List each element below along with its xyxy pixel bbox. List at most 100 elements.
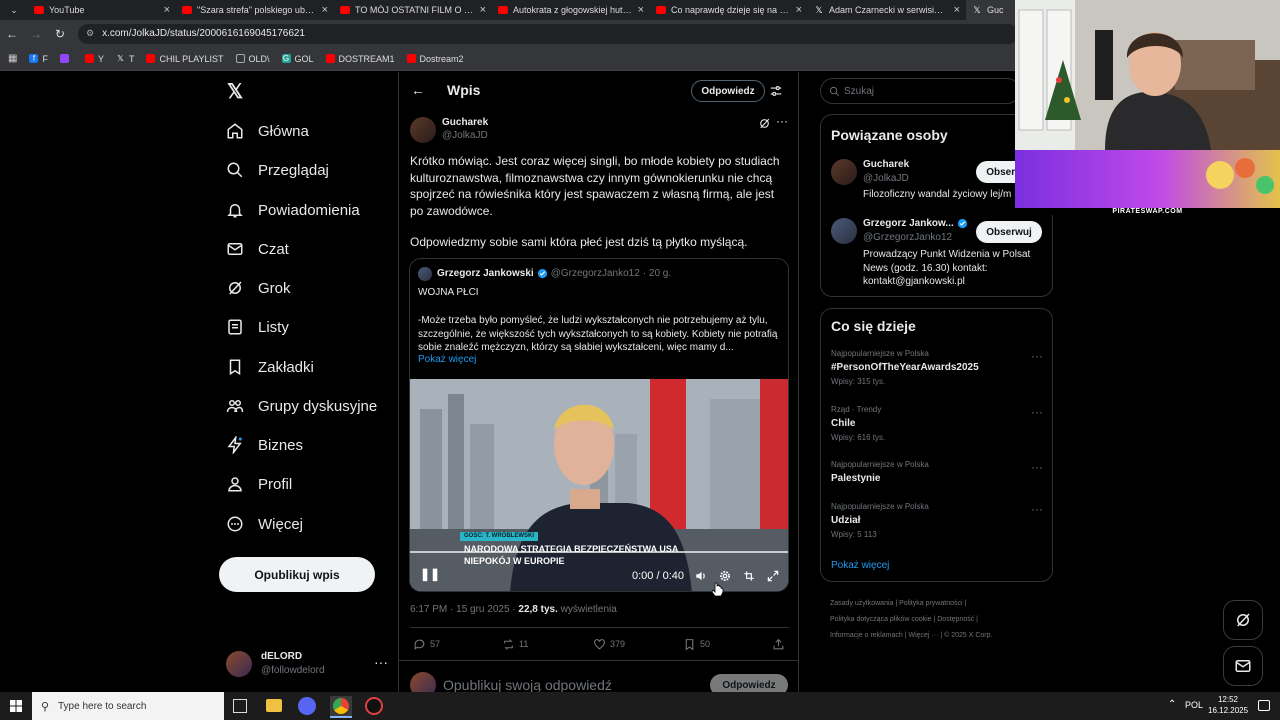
taskbar-clock[interactable]: 12:52 16.12.2025 — [1208, 694, 1248, 716]
browser-tab[interactable]: 𝕏 Adam Czarnecki w serwisie X: „ × — [808, 0, 966, 20]
fullscreen-icon[interactable] — [766, 569, 780, 583]
file-explorer-icon[interactable] — [266, 699, 282, 712]
pause-icon[interactable]: ❚❚ — [420, 567, 440, 581]
close-icon[interactable]: × — [638, 4, 644, 16]
follow-button[interactable]: Obserwuj — [976, 221, 1042, 243]
person-name-row[interactable]: Grzegorz Jankow... — [863, 218, 968, 229]
footer-line[interactable]: Polityka dotycząca plików cookie | Dostę… — [830, 612, 1040, 628]
reply-header-button[interactable]: Odpowiedz — [691, 80, 765, 102]
quoted-tweet[interactable]: Grzegorz Jankowski @GrzegorzJanko12 · 20… — [409, 258, 789, 592]
tweet-timestamp[interactable]: 6:17 PM · 15 gru 2025 — [410, 604, 510, 615]
more-dots-icon[interactable]: ··· — [1031, 460, 1043, 474]
show-more-link[interactable]: Pokaż więcej — [831, 560, 889, 571]
tray-chevron-icon[interactable]: ⌃ — [1168, 699, 1176, 710]
search-input[interactable]: Szukaj — [820, 78, 1020, 104]
person-handle[interactable]: @GrzegorzJanko12 — [863, 232, 952, 243]
bookmark-item[interactable]: fF — [29, 54, 48, 64]
video-player[interactable]: GOŚĆ: T. WRÓBLEWSKI NARODOWA STRATEGIA B… — [410, 379, 788, 591]
browser-tab[interactable]: Autokrata z głogowskiej huty w × — [492, 0, 650, 20]
x-logo-icon[interactable]: 𝕏 — [227, 81, 249, 103]
more-dots-icon[interactable]: ··· — [776, 114, 788, 128]
author-handle[interactable]: @JolkaJD — [442, 130, 488, 141]
nav-item-grok[interactable]: Grok — [226, 274, 291, 302]
trend-item[interactable]: Najpopularniejsze w Polska Palestynie ··… — [831, 460, 1043, 484]
sliders-icon[interactable] — [769, 84, 783, 98]
like-action[interactable]: 379 — [593, 638, 625, 651]
footer-line[interactable]: Informacje o reklamach | Więcej ··· | © … — [830, 628, 1040, 644]
avatar[interactable] — [831, 218, 857, 244]
close-icon[interactable]: × — [954, 4, 960, 16]
language-indicator[interactable]: POL — [1185, 700, 1203, 710]
share-action[interactable] — [772, 638, 789, 651]
windows-start-icon[interactable] — [10, 700, 22, 712]
volume-icon[interactable] — [694, 569, 708, 583]
obs-icon[interactable] — [365, 697, 383, 715]
close-icon[interactable]: × — [322, 4, 328, 16]
avatar[interactable] — [410, 117, 436, 143]
author-name[interactable]: Gucharek — [442, 117, 488, 128]
reload-icon[interactable]: ↻ — [48, 27, 72, 41]
more-dots-icon[interactable]: ··· — [374, 654, 388, 670]
nav-item-bookmarks[interactable]: Zakładki — [226, 353, 314, 381]
dock-video-icon[interactable] — [742, 569, 756, 583]
task-view-icon[interactable] — [233, 699, 247, 713]
show-more-link[interactable]: Pokaż więcej — [418, 354, 476, 365]
chrome-taskbar-button[interactable] — [330, 696, 352, 718]
url-input[interactable]: ⚙ x.com/JolkaJD/status/20006161690451766… — [78, 23, 1018, 44]
back-arrow-icon[interactable]: ← — [0, 27, 24, 41]
bookmark-item[interactable]: CHIL PLAYLIST — [146, 54, 224, 64]
nav-item-communities[interactable]: Grupy dyskusyjne — [226, 392, 377, 420]
notification-center-icon[interactable] — [1258, 700, 1270, 711]
account-switcher[interactable]: dELORD @followdelord ··· — [226, 646, 396, 682]
person-handle[interactable]: @JolkaJD — [863, 173, 909, 184]
reply-submit-button[interactable]: Odpowiedz — [710, 674, 788, 692]
repost-action[interactable]: 11 — [502, 638, 528, 651]
taskbar-search-input[interactable]: ⚲ Type here to search — [32, 692, 224, 720]
nav-item-more[interactable]: Więcej — [226, 510, 303, 538]
close-icon[interactable]: × — [796, 4, 802, 16]
trend-item[interactable]: Najpopularniejsze w Polska Udział Wpisy:… — [831, 502, 1043, 539]
apps-grid-icon[interactable]: ▦ — [8, 53, 17, 64]
bookmark-item[interactable] — [59, 54, 73, 63]
bookmark-item[interactable]: Y — [84, 54, 104, 64]
nav-item-explore[interactable]: Przeglądaj — [226, 156, 329, 184]
nav-item-business[interactable]: Biznes — [226, 431, 303, 459]
bookmark-item[interactable]: DOSTREAM1 — [325, 54, 395, 64]
nav-item-profile[interactable]: Profil — [226, 470, 292, 498]
bookmark-item[interactable]: G GOL — [281, 54, 314, 64]
nav-item-home[interactable]: Główna — [226, 117, 309, 145]
trend-item[interactable]: Rząd · Trendy Chile Wpisy: 616 tys. ··· — [831, 405, 1043, 442]
post-button[interactable]: Opublikuj wpis — [219, 557, 375, 592]
browser-tab[interactable]: Co naprawdę dzieje się na uzb × — [650, 0, 808, 20]
browser-tab[interactable]: "Szara strefa" polskiego ubóstwa × — [176, 0, 334, 20]
trend-item[interactable]: Najpopularniejsze w Polska #PersonOfTheY… — [831, 349, 1043, 386]
tab-list-chevron-icon[interactable]: ⌄ — [0, 5, 28, 16]
discord-icon[interactable] — [298, 697, 316, 715]
more-dots-icon[interactable]: ··· — [1031, 349, 1043, 363]
avatar[interactable] — [831, 159, 857, 185]
browser-tab[interactable]: TO MÓJ OSTATNI FILM O FAZIE × — [334, 0, 492, 20]
grok-icon[interactable] — [758, 117, 771, 130]
reply-action[interactable]: 57 — [413, 638, 440, 651]
bookmark-action[interactable]: 50 — [683, 638, 710, 651]
back-arrow-icon[interactable]: ← — [411, 82, 425, 98]
more-dots-icon[interactable]: ··· — [1031, 502, 1043, 516]
messages-floating-button[interactable] — [1223, 646, 1263, 686]
reply-input[interactable]: Opublikuj swoją odpowiedź — [443, 677, 612, 692]
close-icon[interactable]: × — [164, 4, 170, 16]
forward-arrow-icon[interactable]: → — [24, 27, 48, 41]
settings-gear-icon[interactable] — [718, 569, 732, 583]
nav-item-chat[interactable]: Czat — [226, 235, 289, 263]
browser-tab[interactable]: YouTube × — [28, 0, 176, 20]
bookmark-folder[interactable]: OLD\ — [235, 54, 270, 64]
site-info-icon[interactable]: ⚙ — [86, 28, 94, 39]
nav-item-notifications[interactable]: Powiadomienia — [226, 196, 360, 224]
bookmark-item[interactable]: Dostream2 — [406, 54, 464, 64]
nav-item-lists[interactable]: Listy — [226, 313, 289, 341]
footer-line[interactable]: Zasady użytkowania | Polityka prywatnośc… — [830, 596, 1040, 612]
grok-floating-button[interactable] — [1223, 600, 1263, 640]
bookmark-item[interactable]: 𝕏T — [116, 54, 134, 64]
close-icon[interactable]: × — [480, 4, 486, 16]
more-dots-icon[interactable]: ··· — [1031, 405, 1043, 419]
person-name[interactable]: Gucharek — [863, 159, 909, 170]
